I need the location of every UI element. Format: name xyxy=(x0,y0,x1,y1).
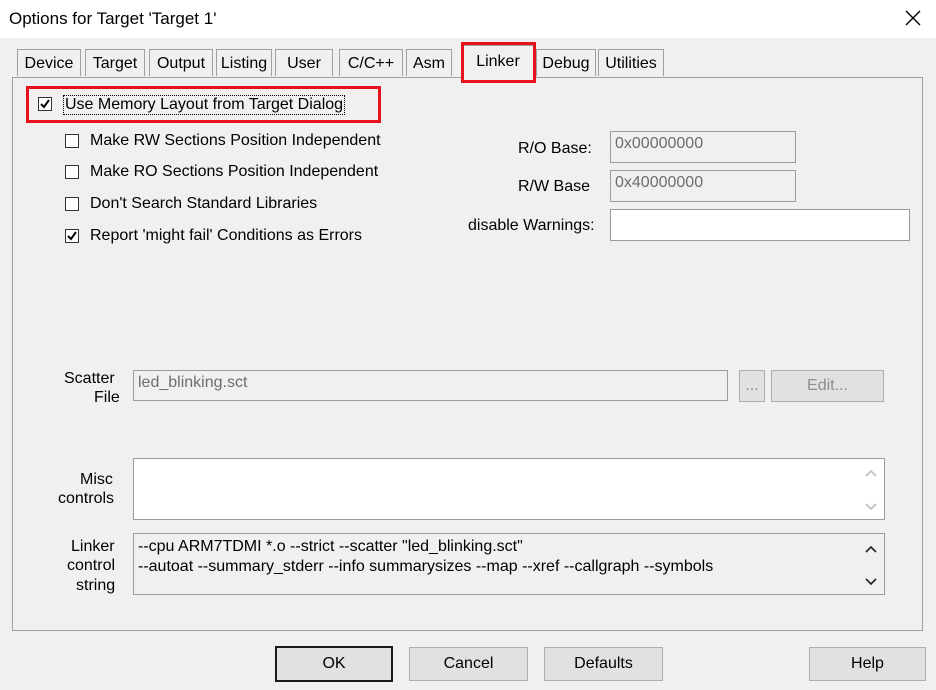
dont-search-std-libs-label: Don't Search Standard Libraries xyxy=(90,195,318,212)
use-memory-layout-label: Use Memory Layout from Target Dialog xyxy=(63,95,346,115)
ok-button[interactable]: OK xyxy=(275,646,393,682)
window-title: Options for Target 'Target 1' xyxy=(9,9,217,28)
close-icon[interactable] xyxy=(900,5,926,31)
misc-label-line2: controls xyxy=(58,490,115,507)
linker-control-line2: --autoat --summary_stderr --info summary… xyxy=(138,558,714,575)
tab-device[interactable]: Device xyxy=(17,49,81,76)
misc-controls-textarea[interactable] xyxy=(133,458,885,520)
ro-base-field[interactable]: 0x00000000 xyxy=(610,131,796,163)
tab-user[interactable]: User xyxy=(275,49,333,76)
checkmark-icon xyxy=(67,231,77,241)
chevron-up-icon[interactable] xyxy=(862,540,880,558)
use-memory-layout-checkbox[interactable] xyxy=(38,97,52,111)
report-might-fail-label: Report 'might fail' Conditions as Errors xyxy=(90,227,362,244)
linker-control-string: --cpu ARM7TDMI *.o --strict --scatter "l… xyxy=(133,533,885,595)
ro-position-independent-checkbox[interactable] xyxy=(65,165,79,179)
scatter-label-line2: File xyxy=(94,389,120,406)
tab-debug[interactable]: Debug xyxy=(536,49,596,76)
ro-base-label: R/O Base: xyxy=(518,140,592,157)
chevron-down-icon[interactable] xyxy=(862,573,880,591)
scatter-edit-button[interactable]: Edit... xyxy=(771,370,884,402)
ro-position-independent-label: Make RO Sections Position Independent xyxy=(90,163,379,180)
chevron-down-icon[interactable] xyxy=(862,498,880,516)
tab-target[interactable]: Target xyxy=(85,49,145,76)
tab-utilities[interactable]: Utilities xyxy=(598,49,664,76)
linker-control-label-line1: Linker xyxy=(71,538,115,555)
rw-base-field[interactable]: 0x40000000 xyxy=(610,170,796,202)
linker-control-label-line3: string xyxy=(76,577,116,594)
tab-linker[interactable]: Linker xyxy=(461,45,535,79)
chevron-up-icon[interactable] xyxy=(862,464,880,482)
misc-label-line1: Misc xyxy=(80,471,113,488)
defaults-button[interactable]: Defaults xyxy=(544,647,663,681)
scatter-label-line1: Scatter xyxy=(64,370,115,387)
tab-listing[interactable]: Listing xyxy=(216,49,272,76)
checkmark-icon xyxy=(40,99,50,109)
report-might-fail-checkbox[interactable] xyxy=(65,229,79,243)
disable-warnings-label: disable Warnings: xyxy=(468,217,595,234)
rw-base-label: R/W Base xyxy=(518,178,591,195)
disable-warnings-input[interactable] xyxy=(610,209,910,241)
help-button[interactable]: Help xyxy=(809,647,926,681)
linker-control-label-line2: control xyxy=(67,557,116,574)
rw-position-independent-label: Make RW Sections Position Independent xyxy=(90,132,381,149)
rw-position-independent-checkbox[interactable] xyxy=(65,134,79,148)
scatter-browse-button[interactable]: ... xyxy=(739,370,765,402)
tab-cc[interactable]: C/C++ xyxy=(339,49,403,76)
cancel-button[interactable]: Cancel xyxy=(409,647,528,681)
linker-control-line1: --cpu ARM7TDMI *.o --strict --scatter "l… xyxy=(138,538,523,555)
tab-asm[interactable]: Asm xyxy=(406,49,452,76)
tab-output[interactable]: Output xyxy=(149,49,213,76)
dont-search-std-libs-checkbox[interactable] xyxy=(65,197,79,211)
scatter-file-field[interactable]: led_blinking.sct xyxy=(133,370,728,401)
